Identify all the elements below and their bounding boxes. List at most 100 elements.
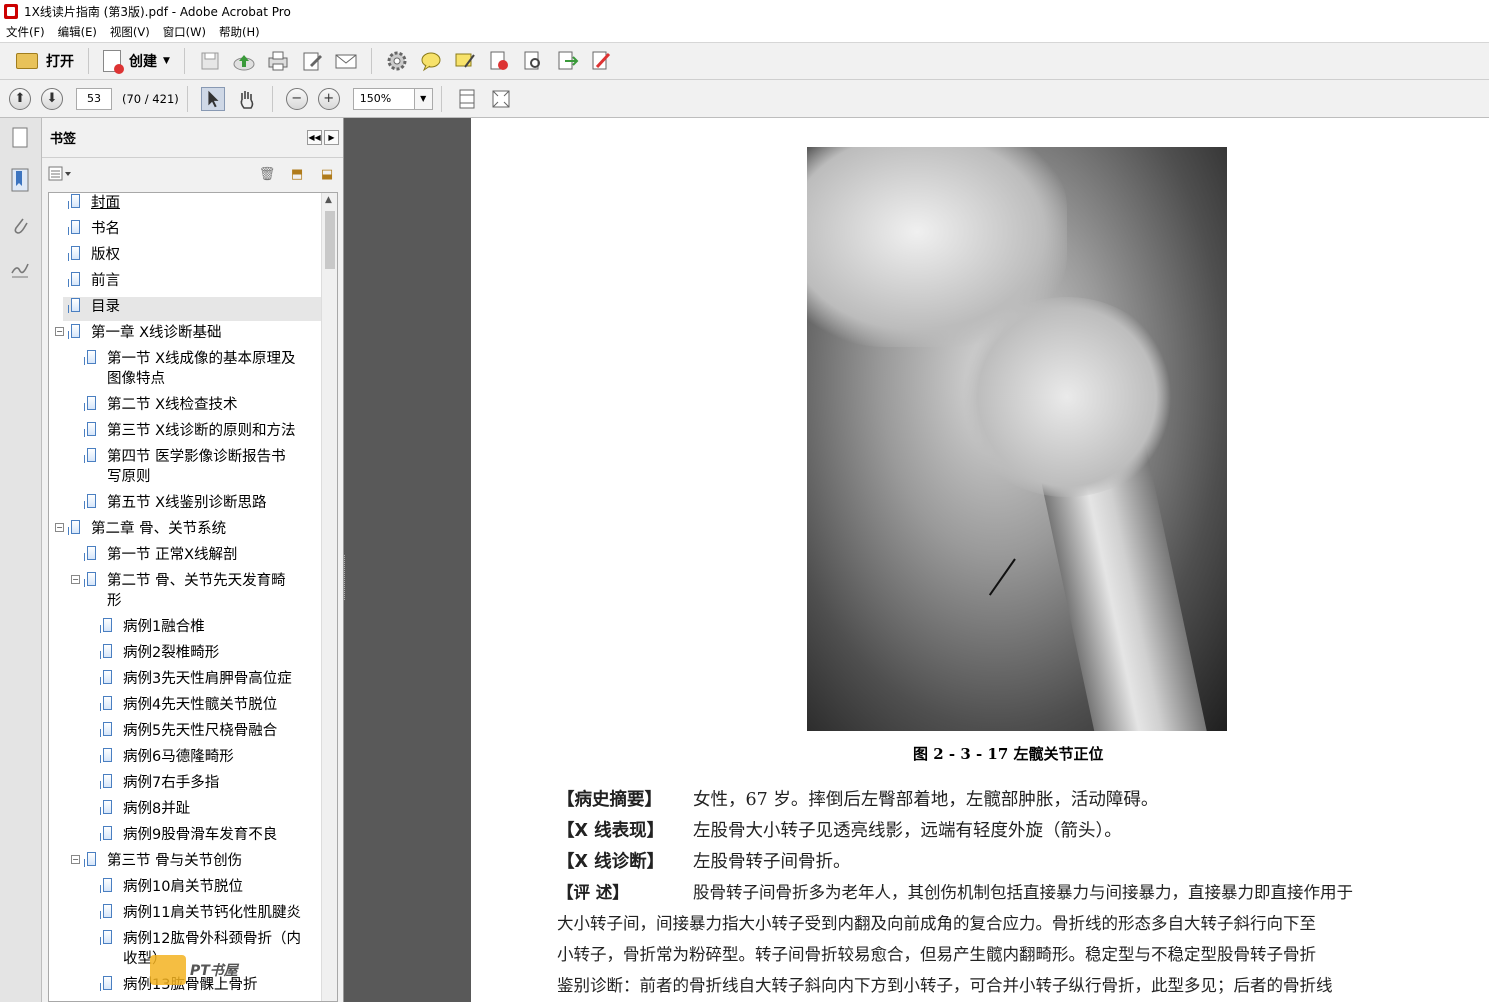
history-label: 【病史摘要】 — [557, 790, 662, 810]
zoom-dropdown[interactable]: ▼ — [414, 87, 433, 110]
bookmark-item[interactable]: 病例6马德隆畸形 — [100, 747, 234, 767]
bookmark-item[interactable]: 病例4先天性髋关节脱位 — [100, 695, 277, 715]
select-tool-icon[interactable] — [200, 86, 225, 111]
edit-icon[interactable] — [300, 49, 324, 73]
collapse-toggle[interactable]: − — [55, 327, 64, 336]
save-icon[interactable] — [198, 49, 222, 73]
zoom-in-button[interactable]: + — [317, 87, 340, 110]
bookmark-item[interactable]: 第三节 X线诊断的原则和方法 — [84, 421, 296, 441]
menu-window[interactable]: 窗口(W) — [163, 24, 206, 40]
panel-tools: 🗑 ⬒ ⬓ — [42, 158, 343, 190]
page-thumbnails-icon[interactable] — [9, 126, 31, 150]
bookmark-icon — [100, 644, 112, 659]
bookmark-icon — [100, 696, 112, 711]
bookmark-item[interactable]: 第一章 X线诊断基础 — [68, 323, 222, 343]
review-line: 【评 述】 股骨转子间骨折多为老年人，其创伤机制包括直接暴力与间接暴力，直接暴力即… — [557, 879, 1353, 903]
bookmark-item[interactable]: 书名 — [68, 219, 120, 239]
bookmark-item[interactable]: 第二节 X线检查技术 — [84, 395, 238, 415]
comment-icon[interactable] — [419, 49, 443, 73]
mail-icon[interactable] — [334, 49, 358, 73]
sign-icon[interactable] — [589, 49, 613, 73]
zoom-level-input[interactable]: 150% — [352, 87, 415, 110]
hand-tool-icon[interactable] — [235, 87, 259, 111]
bookmark-tree: ▲ 封面 书名 版权 前言 目录 − 第一章 X线诊断基础 第一节 X线成像的基… — [48, 192, 338, 1002]
main-toolbar: 打开 创建 ▼ — [0, 42, 1489, 80]
expand-bookmark-icon[interactable]: ⬓ — [319, 166, 335, 182]
panel-header: 书签 ◀◀ ▶ — [42, 118, 343, 158]
fit-page-icon[interactable] — [455, 87, 479, 111]
inspect-icon[interactable] — [521, 49, 545, 73]
page-count: (70 / 421) — [122, 91, 179, 106]
upload-icon[interactable] — [232, 49, 256, 73]
create-label: 创建 — [129, 54, 157, 70]
menu-edit[interactable]: 编辑(E) — [58, 24, 97, 40]
create-button[interactable]: 创建 ▼ — [97, 47, 176, 75]
figure-caption: 图 2 - 3 - 17 左髋关节正位 — [913, 745, 1104, 763]
print-icon[interactable] — [266, 49, 290, 73]
bookmark-item[interactable]: 第二章 骨、关节系统 — [68, 519, 226, 539]
delete-bookmark-icon[interactable]: 🗑 — [259, 166, 276, 182]
menu-view[interactable]: 视图(V) — [110, 24, 150, 40]
bookmark-icon — [84, 422, 96, 437]
attachments-icon[interactable] — [9, 214, 31, 238]
bookmark-icon — [68, 246, 80, 261]
bookmark-icon — [100, 748, 112, 763]
collapse-toggle[interactable]: − — [71, 575, 80, 584]
expand-panel-button[interactable]: ▶ — [324, 130, 339, 145]
bookmark-item[interactable]: 病例11肩关节钙化性肌腱炎 — [100, 903, 301, 923]
scroll-up-icon[interactable]: ▲ — [325, 195, 332, 205]
export-icon[interactable] — [555, 49, 579, 73]
next-page-button[interactable]: ⬇ — [41, 87, 63, 110]
bookmark-item[interactable]: 病例8并趾 — [100, 799, 190, 819]
bookmarks-icon[interactable] — [9, 168, 31, 192]
bookmark-item[interactable]: 第三节 骨与关节创伤 — [84, 851, 242, 871]
bookmark-item[interactable]: 前言 — [68, 271, 120, 291]
bookmark-item[interactable]: 病例1融合椎 — [100, 617, 205, 637]
options-menu-icon[interactable] — [48, 166, 72, 182]
collapse-panel-button[interactable]: ◀◀ — [307, 130, 322, 145]
collapse-toggle[interactable]: − — [71, 855, 80, 864]
menu-help[interactable]: 帮助(H) — [219, 24, 260, 40]
bookmark-item[interactable]: 病例2裂椎畸形 — [100, 643, 219, 663]
double-left-icon: ◀◀ — [308, 133, 321, 142]
open-button[interactable]: 打开 — [0, 47, 80, 75]
bookmark-icon — [68, 194, 80, 209]
bookmark-item[interactable]: 病例7右手多指 — [100, 773, 219, 793]
right-arrow-icon: ▶ — [328, 133, 335, 142]
book-icon — [150, 955, 186, 985]
redact-icon[interactable] — [487, 49, 511, 73]
gear-icon[interactable] — [385, 49, 409, 73]
bookmark-item[interactable]: 第一节 正常X线解剖 — [84, 545, 238, 565]
scrollbar-thumb[interactable] — [325, 211, 335, 269]
pane-splitter[interactable] — [344, 555, 348, 600]
arrow-marker — [988, 558, 1016, 596]
watermark-text: PT书屋 — [190, 963, 238, 979]
bookmark-item[interactable]: 版权 — [68, 245, 120, 265]
bookmark-item[interactable]: 病例5先天性尺桡骨融合 — [100, 721, 277, 741]
bookmark-item[interactable]: 封面 — [68, 193, 120, 213]
review-label: 【评 述】 — [557, 883, 629, 902]
bookmark-item[interactable]: 目录 — [68, 297, 120, 317]
bookmark-item[interactable]: 病例10肩关节脱位 — [100, 877, 243, 897]
bookmark-item[interactable]: 第四节 医学影像诊断报告书 写原则 — [84, 447, 286, 487]
bookmark-scrollbar[interactable]: ▲ — [321, 193, 337, 1001]
page-number-input[interactable]: 53 — [76, 87, 112, 110]
panel-title: 书签 — [50, 132, 77, 147]
bookmark-item[interactable]: 第一节 X线成像的基本原理及 图像特点 — [84, 349, 296, 389]
bookmark-icon — [100, 904, 112, 919]
signatures-icon[interactable] — [9, 256, 31, 280]
bookmark-item[interactable]: 第二节 骨、关节先天发育畸形 — [84, 571, 286, 611]
previous-page-button[interactable]: ⬆ — [9, 87, 31, 110]
zoom-out-button[interactable]: − — [285, 87, 308, 110]
history-text: 女性，67 岁。摔倒后左臀部着地，左髋部肿胀，活动障碍。 — [693, 790, 1159, 810]
highlight-icon[interactable] — [453, 49, 477, 73]
fullscreen-icon[interactable] — [489, 87, 513, 111]
bookmark-item[interactable]: 第五节 X线鉴别诊断思路 — [84, 493, 267, 513]
bookmark-item[interactable]: 病例3先天性肩胛骨高位症 — [100, 669, 292, 689]
bookmark-icon — [84, 350, 96, 365]
new-bookmark-icon[interactable]: ⬒ — [289, 166, 305, 182]
title-bar: 1X线读片指南 (第3版).pdf - Adobe Acrobat Pro — [0, 0, 1489, 22]
bookmark-item[interactable]: 病例9股骨滑车发育不良 — [100, 825, 277, 845]
menu-file[interactable]: 文件(F) — [6, 24, 45, 40]
collapse-toggle[interactable]: − — [55, 523, 64, 532]
